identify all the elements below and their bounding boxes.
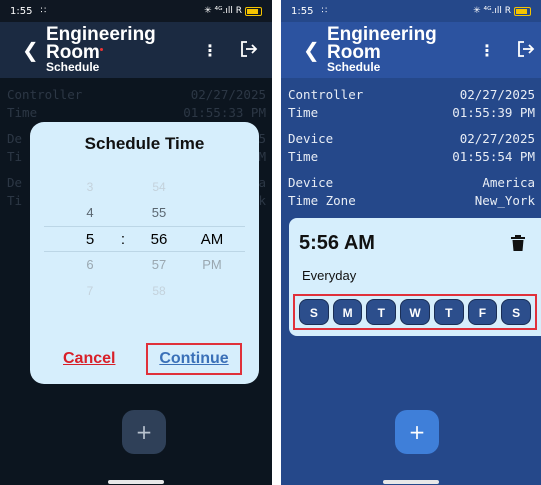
day-tuesday-button[interactable]: T	[366, 299, 397, 325]
kebab-menu-icon[interactable]: ⋮	[202, 41, 218, 60]
day-friday-button[interactable]: F	[467, 299, 498, 325]
picker-row[interactable]: 4 55	[44, 200, 245, 226]
picker-minute[interactable]: 58	[144, 278, 174, 304]
red-dot-indicator	[99, 48, 103, 51]
info-row: Device America	[281, 174, 541, 192]
picker-minute[interactable]: 57	[144, 252, 174, 278]
picker-minute[interactable]: 55	[144, 200, 174, 226]
notification-icon: ∷	[321, 6, 327, 16]
info-label: Controller	[288, 87, 364, 102]
info-row: Controller 02/27/2025	[281, 86, 541, 104]
picker-row[interactable]: 6 57 PM	[44, 252, 245, 278]
left-screen: 1:55 ∷ ✳ ⁴ᴳ.ıll R ❮ Engineering Room Sch…	[0, 0, 272, 485]
info-value: America	[482, 175, 535, 190]
app-bar: ❮ Engineering Room Schedule ⋮	[281, 22, 541, 78]
signal-icon: ✳ ⁴ᴳ.ıll R	[204, 6, 242, 16]
picker-minute[interactable]: 56	[144, 227, 174, 253]
status-time: 1:55	[10, 5, 33, 17]
logout-icon[interactable]	[240, 41, 258, 57]
info-label: Time Zone	[288, 193, 356, 208]
title-line-2: Room	[327, 42, 381, 63]
notification-icon: ∷	[40, 6, 46, 16]
back-arrow-icon[interactable]: ❮	[303, 38, 320, 62]
schedule-time: 5:56 AM	[299, 232, 375, 254]
picker-minute[interactable]: 54	[144, 174, 174, 200]
time-picker[interactable]: 3 54 4 55 5 : 56 AM 6 57 PM 7 58	[30, 174, 259, 304]
info-row: Time 01:55:54 PM	[281, 148, 541, 166]
info-row: Time Zone New_York	[281, 192, 541, 210]
day-sunday-button[interactable]: S	[299, 299, 329, 325]
schedule-card[interactable]: 5:56 AM Everyday S M T W T F S	[289, 218, 541, 336]
picker-hour[interactable]: 6	[80, 252, 100, 278]
battery-icon	[245, 6, 262, 16]
cancel-button[interactable]: Cancel	[63, 350, 115, 368]
add-schedule-button[interactable]: +	[122, 410, 166, 454]
info-label: Time	[288, 149, 319, 164]
battery-icon	[514, 6, 531, 16]
back-arrow-icon[interactable]: ❮	[22, 38, 39, 62]
picker-selected-row[interactable]: 5 : 56 AM	[44, 226, 245, 252]
picker-hour[interactable]: 3	[80, 174, 100, 200]
repeat-label: Everyday	[302, 268, 357, 283]
schedule-time-dialog: Schedule Time 3 54 4 55 5 : 56 AM 6 57 P…	[30, 122, 259, 384]
dialog-title: Schedule Time	[84, 134, 205, 153]
info-value: 02/27/2025	[459, 87, 535, 102]
picker-separator: :	[120, 231, 126, 248]
page-title: Engineering Room Schedule	[327, 25, 437, 74]
info-value: 01:55:54 PM	[452, 149, 535, 164]
picker-hour[interactable]: 7	[80, 278, 100, 304]
info-label: Device	[288, 131, 334, 146]
info-row: Device 02/27/2025	[281, 130, 541, 148]
page-title: Engineering Room Schedule	[46, 25, 156, 74]
status-time: 1:55	[291, 5, 314, 17]
picker-ampm[interactable]: PM	[194, 252, 230, 278]
status-bar: 1:55 ∷ ✳ ⁴ᴳ.ıll R	[281, 0, 541, 22]
info-label: Time	[288, 105, 319, 120]
info-row: Time 01:55:39 PM	[281, 104, 541, 122]
day-monday-button[interactable]: M	[332, 299, 363, 325]
picker-row[interactable]: 3 54	[44, 174, 245, 200]
home-indicator	[383, 480, 439, 484]
page-subtitle: Schedule	[46, 60, 100, 74]
info-label: Device	[288, 175, 334, 190]
status-icons: ✳ ⁴ᴳ.ıll R	[473, 6, 531, 16]
page-subtitle: Schedule	[327, 60, 381, 74]
device-info: Controller 02/27/2025 Time 01:55:39 PM Dev…	[281, 86, 541, 210]
picker-row[interactable]: 7 58	[44, 278, 245, 304]
add-schedule-button[interactable]: +	[395, 410, 439, 454]
logout-icon[interactable]	[517, 41, 535, 57]
day-saturday-button[interactable]: S	[501, 299, 532, 325]
picker-ampm[interactable]: AM	[194, 227, 230, 253]
right-screen: 1:55 ∷ ✳ ⁴ᴳ.ıll R ❮ Engineering Room Sch…	[281, 0, 541, 485]
status-icons: ✳ ⁴ᴳ.ıll R	[204, 6, 262, 16]
weekday-selector: S M T W T F S	[293, 294, 537, 330]
info-value: 01:55:39 PM	[452, 105, 535, 120]
home-indicator	[108, 480, 164, 484]
info-value: 02/27/2025	[459, 131, 535, 146]
signal-icon: ✳ ⁴ᴳ.ıll R	[473, 6, 511, 16]
day-wednesday-button[interactable]: W	[400, 299, 430, 325]
status-bar: 1:55 ∷ ✳ ⁴ᴳ.ıll R	[0, 0, 272, 22]
kebab-menu-icon[interactable]: ⋮	[479, 41, 495, 60]
day-thursday-button[interactable]: T	[433, 299, 464, 325]
info-value: New_York	[474, 193, 535, 208]
app-bar: ❮ Engineering Room Schedule ⋮	[0, 22, 272, 78]
picker-hour[interactable]: 4	[80, 200, 100, 226]
trash-icon[interactable]	[511, 235, 525, 251]
picker-hour[interactable]: 5	[80, 227, 100, 253]
continue-button[interactable]: Continue	[146, 343, 242, 375]
title-line-2: Room	[46, 43, 156, 62]
